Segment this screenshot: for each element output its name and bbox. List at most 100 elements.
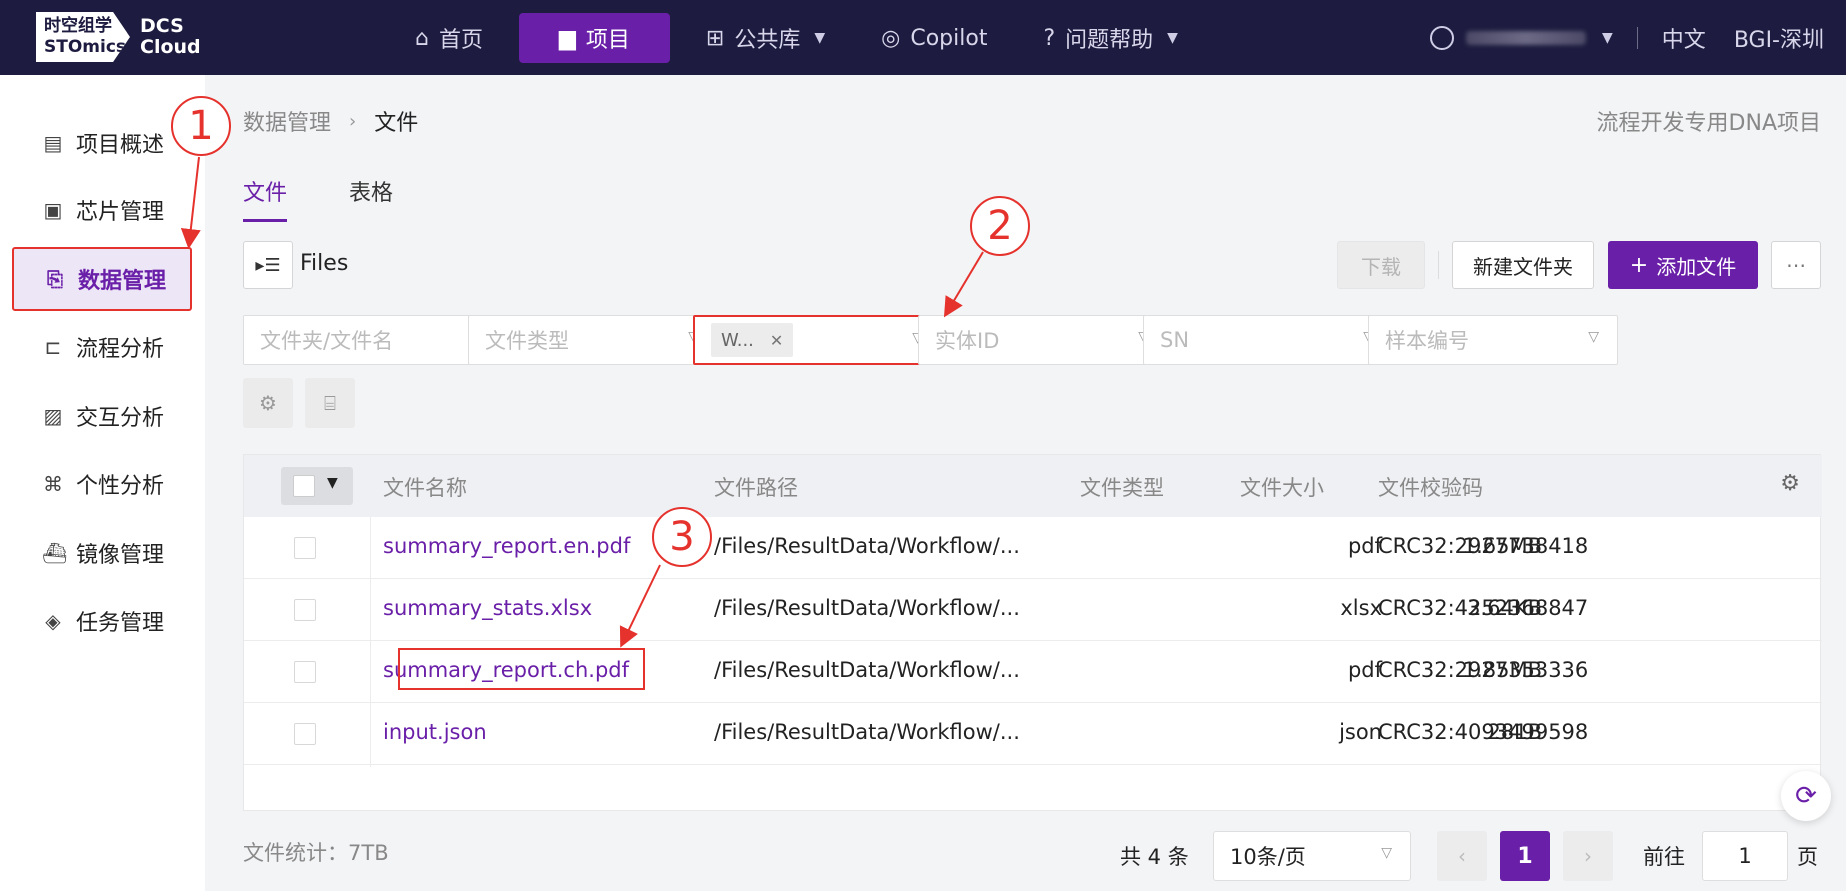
tab-files[interactable]: 文件: [243, 175, 288, 222]
sidebar-item-label: 芯片管理: [76, 200, 165, 225]
file-type: pdf: [1347, 658, 1382, 682]
nav-public-library[interactable]: ⊞ 公共库 ▼: [686, 13, 845, 63]
region-switch[interactable]: BGI-深圳: [1734, 22, 1824, 54]
page-size-select[interactable]: 10条/页 ▽: [1213, 831, 1411, 881]
sidebar-item-project-overview[interactable]: ▤ 项目概述: [12, 111, 192, 175]
logo[interactable]: 时空组学 STOmics DCS Cloud: [36, 12, 201, 62]
sidebar-item-label: 个性分析: [76, 474, 165, 499]
workflow-icon: ⊏: [44, 335, 62, 359]
plus-icon: +: [1629, 252, 1649, 278]
row-checkbox[interactable]: [294, 723, 316, 745]
sidebar-item-label: 数据管理: [78, 269, 167, 294]
sidebar-item-workflow-analysis[interactable]: ⊏ 流程分析: [12, 315, 192, 379]
refresh-button[interactable]: ⟳: [1781, 771, 1831, 821]
new-folder-button[interactable]: 新建文件夹: [1452, 241, 1594, 289]
logo-line2: STOmics: [44, 37, 127, 57]
sidebar-item-interactive-analysis[interactable]: ▨ 交互分析: [12, 384, 192, 448]
download-label: 下载: [1361, 254, 1401, 279]
docker-icon: ⛴: [42, 541, 68, 565]
project-name: 流程开发专用DNA项目: [1596, 111, 1821, 136]
nav-project-label: 项目: [585, 28, 630, 53]
next-page-button[interactable]: ›: [1563, 831, 1613, 881]
indent-icon: ▸☰: [255, 254, 281, 276]
filename-filter-placeholder: 文件夹/文件名: [260, 329, 394, 353]
goto-label: 前往: [1643, 845, 1685, 869]
add-file-button[interactable]: + 添加文件: [1608, 241, 1758, 289]
download-button[interactable]: 下载: [1337, 241, 1425, 289]
page-number-button[interactable]: 1: [1500, 831, 1550, 881]
copilot-icon: ◎: [881, 25, 901, 51]
sample-id-select[interactable]: 样本编号 ▽: [1368, 315, 1618, 365]
annotation-number: 1: [188, 103, 214, 149]
table-header: ▼ 文件名称 文件路径 文件类型 文件大小 文件校验码 ⚙: [244, 455, 1822, 517]
file-checksum: CRC32:4252368847: [1378, 596, 1589, 620]
logo-mark: 时空组学 STOmics: [36, 12, 130, 62]
entity-id-select[interactable]: 实体ID ▽: [918, 315, 1168, 365]
sn-placeholder: SN: [1160, 328, 1190, 352]
file-name-link[interactable]: summary_stats.xlsx: [383, 596, 592, 620]
clear-filter-button[interactable]: ⌸: [305, 378, 355, 428]
nav-project[interactable]: ▆ 项目: [518, 13, 670, 63]
table-row[interactable]: summary_report.en.pdf /Files/ResultData/…: [244, 517, 1822, 579]
select-all-dropdown[interactable]: ▼: [281, 467, 353, 505]
file-name-link[interactable]: input.json: [383, 720, 487, 744]
sidebar-item-data-management[interactable]: ⎘ 数据管理: [12, 247, 192, 311]
sidebar-item-image-management[interactable]: ⛴ 镜像管理: [12, 521, 192, 585]
page-size-value: 10条/页: [1230, 845, 1306, 869]
chevron-right-icon: ›: [349, 110, 357, 132]
logo-dcs-line2: Cloud: [140, 36, 201, 58]
settings-icon: ⚙: [259, 391, 277, 415]
table-row[interactable]: input.json /Files/ResultData/Workflow/..…: [244, 703, 1822, 765]
row-checkbox[interactable]: [294, 661, 316, 683]
home-icon: ⌂: [415, 25, 429, 51]
top-right: ▼ 中文 BGI-深圳: [1430, 13, 1824, 63]
goto-page-input[interactable]: 1: [1702, 831, 1788, 881]
entity-id-placeholder: 实体ID: [935, 329, 1000, 353]
more-button[interactable]: ⋯: [1771, 241, 1821, 289]
row-checkbox[interactable]: [294, 599, 316, 621]
sample-id-placeholder: 样本编号: [1385, 329, 1469, 353]
annotation-number: 3: [669, 514, 695, 560]
column-header-size: 文件大小: [1240, 476, 1324, 500]
nav-help[interactable]: ? 问题帮助 ▼: [1023, 13, 1197, 63]
toggle-tree-button[interactable]: ▸☰: [243, 241, 293, 289]
chevron-down-icon[interactable]: ▼: [1602, 30, 1613, 46]
language-switch[interactable]: 中文: [1662, 22, 1706, 54]
nav-copilot[interactable]: ◎ Copilot: [861, 13, 1007, 63]
close-icon[interactable]: ✕: [770, 331, 783, 350]
sidebar-item-task-management[interactable]: ◈ 任务管理: [12, 589, 192, 653]
user-name-blurred[interactable]: [1466, 31, 1587, 45]
current-page: 1: [1517, 843, 1533, 869]
search-settings-button[interactable]: ⚙: [243, 378, 293, 428]
tab-tables[interactable]: 表格: [349, 175, 393, 222]
file-path: /Files/ResultData/Workflow/...: [714, 658, 1020, 682]
help-icon: ?: [1043, 25, 1056, 51]
file-type-select[interactable]: 文件类型 ▽: [468, 315, 718, 365]
column-settings-icon[interactable]: ⚙: [1780, 471, 1800, 496]
sidebar: ▤ 项目概述 ▣ 芯片管理 ⎘ 数据管理 ⊏ 流程分析 ▨ 交互分析 ⌘ 个性分…: [0, 75, 205, 891]
nav-help-label: 问题帮助: [1065, 28, 1154, 53]
user-icon[interactable]: [1430, 26, 1455, 50]
sn-select[interactable]: SN ▽: [1143, 315, 1393, 365]
refresh-icon: ⟳: [1795, 781, 1817, 811]
select-all-checkbox[interactable]: [293, 475, 315, 497]
breadcrumb-parent[interactable]: 数据管理: [243, 105, 331, 137]
tabs: 文件 表格: [243, 175, 455, 222]
nav-home[interactable]: ⌂ 首页: [395, 13, 503, 63]
sidebar-item-chip-management[interactable]: ▣ 芯片管理: [12, 178, 192, 242]
prev-page-button[interactable]: ‹: [1437, 831, 1487, 881]
divider: [1438, 251, 1439, 279]
filename-filter-input[interactable]: 文件夹/文件名: [243, 315, 493, 365]
sidebar-item-custom-analysis[interactable]: ⌘ 个性分析: [12, 452, 192, 516]
logo-dcs: DCS Cloud: [140, 16, 201, 58]
file-checksum: CRC32:2927738418: [1378, 534, 1589, 558]
row-checkbox[interactable]: [294, 537, 316, 559]
broom-icon: ⌸: [324, 391, 336, 415]
workflow-filter-select[interactable]: W... ✕ ▽: [693, 315, 943, 365]
file-icon: ⎘: [47, 267, 63, 291]
file-path: /Files/ResultData/Workflow/...: [714, 596, 1020, 620]
table-row[interactable]: summary_stats.xlsx /Files/ResultData/Wor…: [244, 579, 1822, 641]
nav-home-label: 首页: [438, 28, 483, 53]
file-name-link[interactable]: summary_report.en.pdf: [383, 534, 630, 558]
goto-suffix: 页: [1797, 845, 1818, 869]
